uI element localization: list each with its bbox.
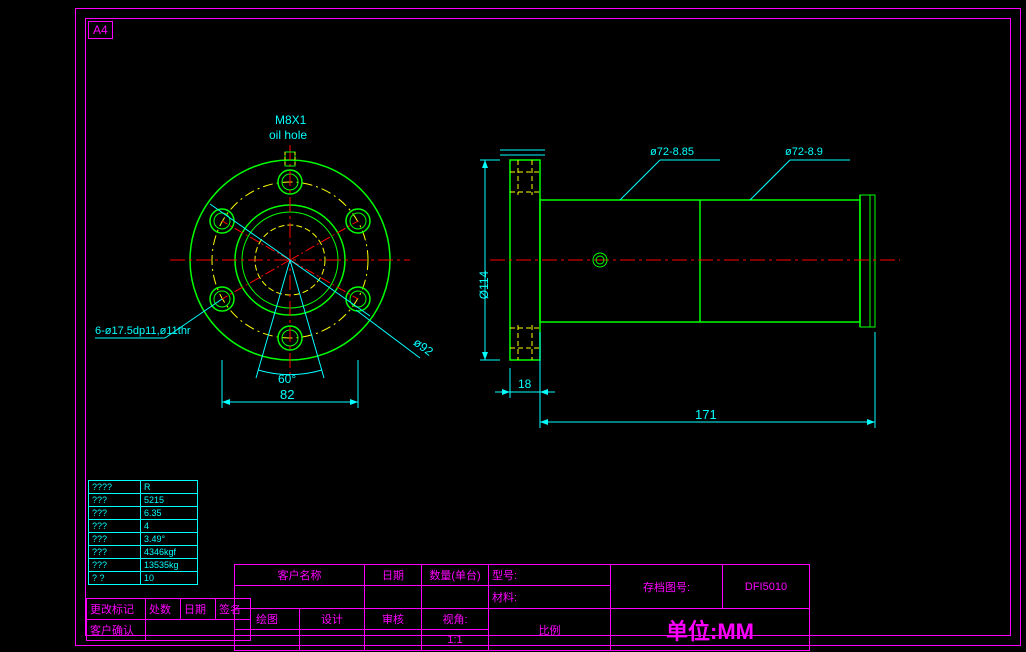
titleblock-main: 客户名称 日期 数量(单台) 型号: 存档图号: DFI5010 材料: 绘图 …: [234, 564, 810, 651]
side-view: [480, 150, 900, 428]
diam72b-label: ø72-8.9: [785, 146, 823, 158]
angle60-label: 60°: [278, 372, 296, 386]
drawing-canvas: A4: [0, 0, 1026, 652]
parameter-table: ????R ???5215 ???6.35 ???4 ???3.49° ???4…: [88, 480, 198, 585]
diam114-label: Ø114: [477, 271, 491, 299]
thread-label: M8X1: [275, 113, 306, 127]
holespec-label: 6-ø17.5dp11,ø11thr: [95, 325, 191, 337]
dim18-label: 18: [518, 377, 531, 391]
titleblock-left: 更改标记 处数 日期 签名 客户确认: [86, 598, 251, 641]
oilhole-label: oil hole: [269, 128, 307, 142]
dim82-label: 82: [280, 387, 294, 402]
unit-label: 单位:MM: [666, 619, 754, 644]
diam72a-label: ø72-8.85: [650, 146, 694, 158]
dim171-label: 171: [695, 407, 717, 422]
front-view: [95, 145, 420, 408]
